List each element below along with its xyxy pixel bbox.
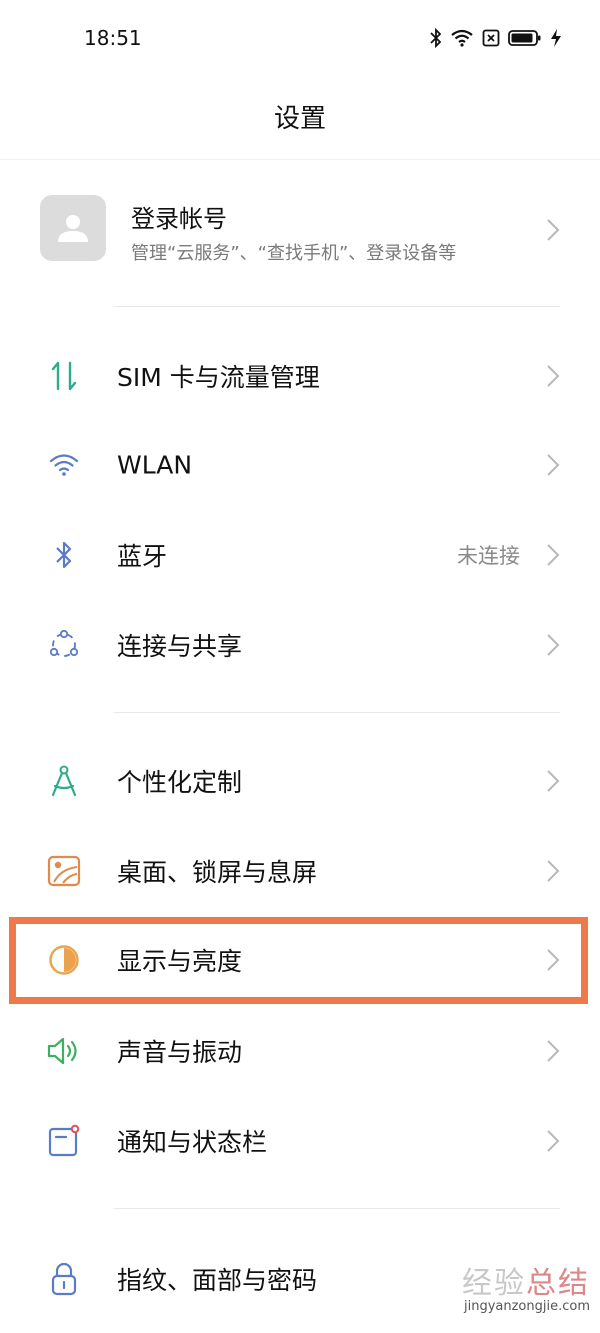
wifi-icon [44,445,84,485]
lock-icon [44,1259,84,1299]
settings-item-label: 桌面、锁屏与息屏 [117,858,318,887]
bluetooth-icon [44,535,84,575]
section-divider [114,306,560,307]
wifi-status-icon [451,29,473,47]
chevron-right-icon [547,770,560,792]
settings-item-label: 个性化定制 [117,768,243,797]
charging-status-icon [551,29,561,47]
speaker-icon [44,1031,84,1071]
settings-item-notifications[interactable]: 通知与状态栏 [0,1098,600,1184]
watermark-logo: 经验总结 [462,1266,590,1301]
share-connection-icon [44,625,84,665]
bluetooth-status-icon [430,28,442,48]
settings-item-label: 连接与共享 [117,632,243,661]
settings-item-connection-sharing[interactable]: 连接与共享 [0,602,600,688]
bluetooth-status-value: 未连接 [457,544,520,568]
chevron-right-icon [547,365,560,387]
settings-item-label: 通知与状态栏 [117,1128,268,1157]
page-title: 设置 [273,104,326,134]
watermark-url: jingyanzongjie.com [463,1299,590,1314]
settings-item-sound-vibration[interactable]: 声音与振动 [0,1008,600,1094]
status-icons [430,28,562,48]
chevron-right-icon [547,454,560,476]
account-row[interactable]: 登录帐号 管理“云服务”、“查找手机”、登录设备等 [0,175,600,285]
wallpaper-icon [44,851,84,891]
header-divider [0,159,600,160]
settings-item-wlan[interactable]: WLAN [0,422,600,508]
settings-item-sim[interactable]: SIM 卡与流量管理 [0,333,600,419]
chevron-right-icon [547,544,560,566]
status-bar: 18:51 [0,0,600,80]
settings-item-label: 指纹、面部与密码 [117,1266,318,1295]
chevron-right-icon [547,949,560,971]
account-title: 登录帐号 [131,205,227,233]
user-icon [58,215,88,242]
section-divider [114,1208,560,1209]
settings-item-label: 显示与亮度 [117,947,243,976]
account-subtitle: 管理“云服务”、“查找手机”、登录设备等 [131,243,457,264]
chevron-right-icon [547,634,560,656]
watermark: 经验总结 jingyanzongjie.com [462,1268,590,1314]
settings-item-display-brightness[interactable]: 显示与亮度 [0,917,600,1003]
chevron-right-icon [547,219,560,241]
sim-data-icon [44,356,84,396]
compass-icon [44,761,84,801]
no-sim-status-icon [482,29,500,47]
avatar [40,195,106,261]
settings-item-home-lock-screen[interactable]: 桌面、锁屏与息屏 [0,828,600,914]
settings-item-label: SIM 卡与流量管理 [117,363,320,392]
brightness-icon [44,940,84,980]
notification-icon [44,1121,84,1161]
settings-item-bluetooth[interactable]: 蓝牙 未连接 [0,512,600,598]
settings-item-label: WLAN [117,450,193,480]
section-divider [114,712,560,713]
chevron-right-icon [547,860,560,882]
settings-item-label: 声音与振动 [117,1038,243,1067]
settings-item-label: 蓝牙 [117,542,168,571]
settings-item-personalization[interactable]: 个性化定制 [0,738,600,824]
chevron-right-icon [547,1130,560,1152]
chevron-right-icon [547,1040,560,1062]
battery-status-icon [508,30,541,46]
status-time: 18:51 [84,26,142,50]
